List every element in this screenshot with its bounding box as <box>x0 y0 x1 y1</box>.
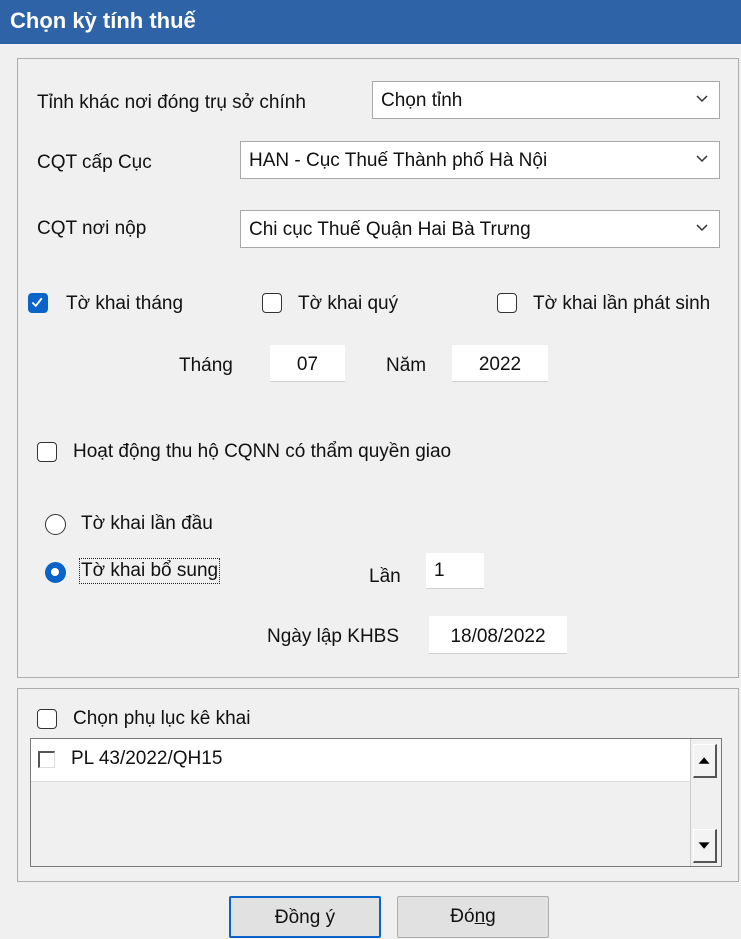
quarterly-declaration-label: Tờ khai quý <box>298 293 399 314</box>
monthly-declaration-checkbox[interactable] <box>28 293 48 313</box>
khbs-date-input[interactable]: 18/08/2022 <box>429 616 567 654</box>
collection-activity-checkbox[interactable] <box>37 442 57 462</box>
occurrence-declaration-label: Tờ khai lần phát sinh <box>533 293 711 314</box>
chevron-down-icon <box>696 95 708 103</box>
appendix-item-label: PL 43/2022/QH15 <box>71 748 223 769</box>
collection-activity-label: Hoạt động thu hộ CQNN có thẩm quyền giao <box>73 441 452 462</box>
year-input[interactable]: 2022 <box>452 345 548 382</box>
supplementary-declaration-label: Tờ khai bổ sung <box>78 558 221 584</box>
year-label: Năm <box>386 355 427 376</box>
close-button-label-pre: Đó <box>450 906 475 927</box>
chevron-down-icon <box>696 155 708 163</box>
monthly-declaration-label: Tờ khai tháng <box>66 293 184 314</box>
cqt-cuc-label: CQT cấp Cục <box>37 152 152 173</box>
chevron-down-icon <box>696 224 708 232</box>
appendix-item-checkbox[interactable] <box>38 751 55 768</box>
scrollbar[interactable] <box>690 739 721 866</box>
initial-declaration-radio[interactable] <box>45 514 66 535</box>
close-button-accel: n <box>474 906 486 927</box>
month-input[interactable]: 07 <box>270 345 345 382</box>
province-select-value: Chọn tỉnh <box>381 90 463 111</box>
khbs-date-value: 18/08/2022 <box>450 626 546 647</box>
title-bar: Chọn kỳ tính thuế <box>0 0 741 44</box>
month-label: Tháng <box>179 355 233 376</box>
agree-button-label-post: ý <box>320 907 336 928</box>
times-value: 1 <box>434 560 445 581</box>
arrow-down-icon <box>698 842 710 849</box>
quarterly-declaration-checkbox[interactable] <box>262 293 282 313</box>
cqt-cuc-select[interactable]: HAN - Cục Thuế Thành phố Hà Nội <box>240 141 720 179</box>
occurrence-declaration-checkbox[interactable] <box>497 293 517 313</box>
province-select[interactable]: Chọn tỉnh <box>372 81 720 119</box>
appendix-label: Chọn phụ lục kê khai <box>73 708 251 729</box>
cqt-noi-nop-select-value: Chi cục Thuế Quận Hai Bà Trưng <box>249 219 531 240</box>
arrow-up-icon <box>698 757 710 764</box>
close-button-label-post: g <box>485 906 496 927</box>
cqt-noi-nop-label: CQT nơi nộp <box>37 218 147 239</box>
agree-button[interactable]: Đồng ý <box>229 896 381 938</box>
cqt-cuc-select-value: HAN - Cục Thuế Thành phố Hà Nội <box>249 150 548 171</box>
scroll-up-button[interactable] <box>693 744 717 778</box>
month-value: 07 <box>296 354 319 375</box>
scroll-down-button[interactable] <box>693 829 717 863</box>
window-title: Chọn kỳ tính thuế <box>10 8 196 33</box>
agree-button-label-pre: Đồn <box>274 907 310 928</box>
khbs-date-label: Ngày lập KHBS <box>267 626 400 647</box>
agree-button-accel: g <box>309 907 321 928</box>
year-value: 2022 <box>478 354 522 375</box>
appendix-list[interactable]: PL 43/2022/QH15 <box>30 738 722 867</box>
close-button[interactable]: Đóng <box>397 896 549 938</box>
initial-declaration-label: Tờ khai lần đầu <box>81 513 213 534</box>
checkmark-icon <box>31 297 43 308</box>
cqt-noi-nop-select[interactable]: Chi cục Thuế Quận Hai Bà Trưng <box>240 210 720 248</box>
province-label: Tỉnh khác nơi đóng trụ sở chính <box>37 92 306 113</box>
appendix-checkbox[interactable] <box>37 709 57 729</box>
list-item[interactable]: PL 43/2022/QH15 <box>31 739 691 782</box>
supplementary-declaration-radio[interactable] <box>45 562 66 583</box>
times-input[interactable]: 1 <box>426 553 484 589</box>
times-label: Lần <box>369 566 401 587</box>
